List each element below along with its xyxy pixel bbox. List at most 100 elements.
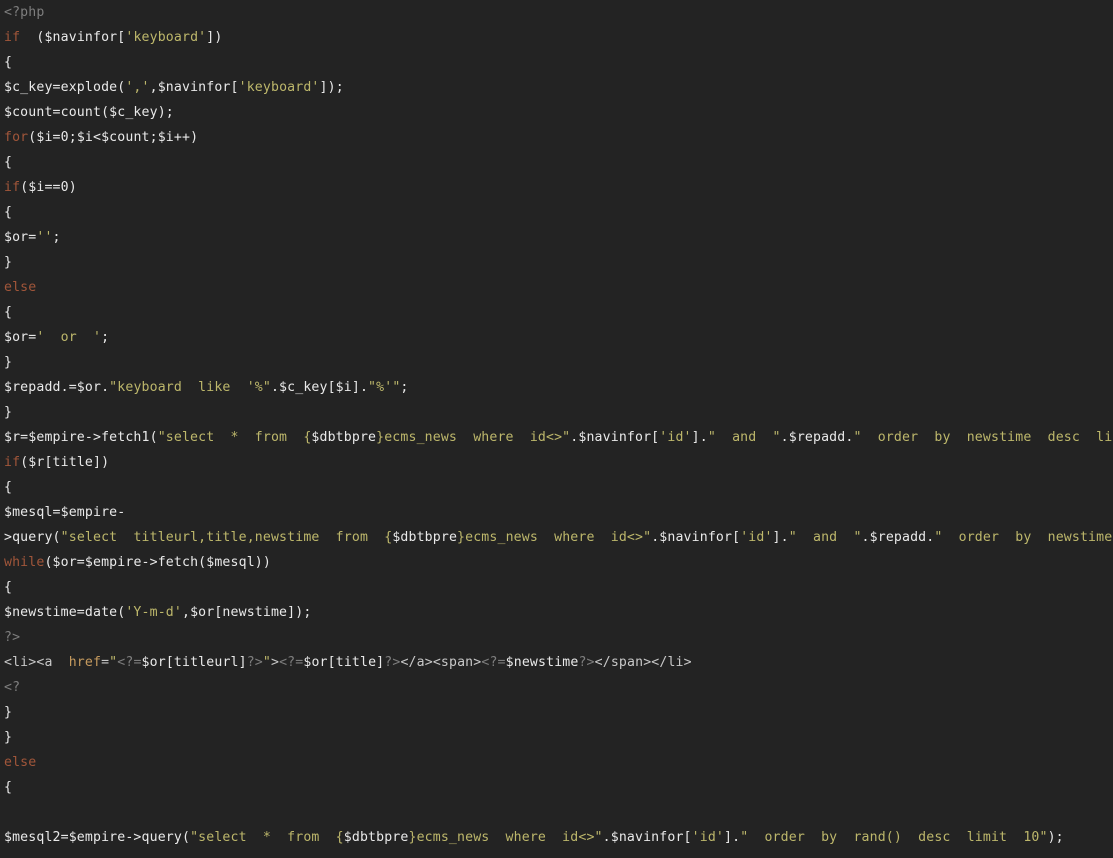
code-token-str: ',' — [125, 80, 149, 95]
code-token-def: $newstime=date( — [4, 605, 125, 620]
code-token-str: " order by rand() desc limit 10" — [740, 830, 1047, 845]
code-token-tag: > — [271, 655, 279, 670]
code-line: { — [0, 775, 1113, 800]
code-token-def: .$navinfor[ — [651, 530, 740, 545]
code-line: if($i==0) — [0, 175, 1113, 200]
code-token-def: ]) — [206, 30, 222, 45]
code-token-def: ($or=$empire->fetch($mesql)) — [44, 555, 271, 570]
code-token-tag: = — [101, 655, 109, 670]
code-token-def: $or[titleurl] — [142, 655, 247, 670]
code-token-def: ,$or[newstime]); — [182, 605, 311, 620]
code-token-def: } — [4, 355, 12, 370]
code-token-str: "select * from { — [190, 830, 344, 845]
code-token-str: "keyboard like '%" — [109, 380, 271, 395]
code-line: $or=''; — [0, 225, 1113, 250]
code-token-def: $c_key=explode( — [4, 80, 125, 95]
code-line: { — [0, 200, 1113, 225]
code-token-def: { — [4, 780, 12, 795]
code-token-def: { — [4, 480, 12, 495]
code-token-str: }ecms_news where id<>" — [408, 830, 602, 845]
code-token-php: <?php — [4, 5, 44, 20]
code-line: <? — [0, 675, 1113, 700]
code-token-php: ?> — [4, 630, 20, 645]
code-token-php: <?= — [481, 655, 505, 670]
code-token-str: "select * from { — [158, 430, 312, 445]
code-line: { — [0, 300, 1113, 325]
code-line: $repadd.=$or."keyboard like '%".$c_key[$… — [0, 375, 1113, 400]
code-token-str: " — [263, 655, 271, 670]
code-token-kw: if — [4, 455, 20, 470]
code-token-str: 'Y-m-d' — [125, 605, 182, 620]
code-token-php: <?= — [279, 655, 303, 670]
code-token-def: ]. — [773, 530, 789, 545]
code-token-str: }ecms_news where id<>" — [376, 430, 570, 445]
code-line: } — [0, 700, 1113, 725]
code-line: } — [0, 725, 1113, 750]
code-token-attr: href — [69, 655, 101, 670]
code-token-def: $mesql=$empire- — [4, 505, 125, 520]
code-line: { — [0, 150, 1113, 175]
code-token-interp: $dbtbpre — [311, 430, 376, 445]
code-token-str: 'id' — [740, 530, 772, 545]
code-token-kw: while — [4, 555, 44, 570]
code-viewer[interactable]: <?phpif ($navinfor['keyboard']){$c_key=e… — [0, 0, 1113, 858]
code-token-kw: for — [4, 130, 28, 145]
code-line: if($r[title]) — [0, 450, 1113, 475]
code-token-php: ?> — [578, 655, 594, 670]
code-token-php: ?> — [384, 655, 400, 670]
code-line: $mesql2=$empire->query("select * from {$… — [0, 825, 1113, 850]
code-token-str: "%'" — [368, 380, 400, 395]
code-token-def: } — [4, 730, 12, 745]
code-line: { — [0, 50, 1113, 75]
code-token-def: $mesql2=$empire->query( — [4, 830, 190, 845]
code-token-def: >query( — [4, 530, 61, 545]
code-token-def: ; — [101, 330, 109, 345]
code-token-def: ); — [1048, 830, 1064, 845]
code-token-def: $or= — [4, 230, 36, 245]
code-line: <?php — [0, 0, 1113, 25]
code-token-def: $r=$empire->fetch1( — [4, 430, 158, 445]
code-token-kw: if — [4, 30, 20, 45]
code-token-str: " order by newstime desc limit 1" — [853, 430, 1113, 445]
code-line: } — [0, 350, 1113, 375]
code-token-def: { — [4, 155, 12, 170]
code-line: $newstime=date('Y-m-d',$or[newstime]); — [0, 600, 1113, 625]
code-token-def: .$c_key[$i]. — [271, 380, 368, 395]
code-line — [0, 800, 1113, 825]
code-token-str: ' or ' — [36, 330, 101, 345]
code-token-interp: $dbtbpre — [392, 530, 457, 545]
code-token-def: { — [4, 55, 12, 70]
code-token-def: $or= — [4, 330, 36, 345]
code-token-def: .$navinfor[ — [603, 830, 692, 845]
code-token-php: <?= — [117, 655, 141, 670]
code-token-def: ]. — [692, 430, 708, 445]
code-token-kw: else — [4, 280, 36, 295]
code-token-str: " and " — [708, 430, 781, 445]
code-token-def: { — [4, 580, 12, 595]
code-line: $or=' or '; — [0, 325, 1113, 350]
code-token-str: "select titleurl,title,newstime from { — [61, 530, 393, 545]
code-token-def: ; — [400, 380, 408, 395]
code-token-def: $newstime — [506, 655, 579, 670]
code-line: $c_key=explode(',',$navinfor['keyboard']… — [0, 75, 1113, 100]
code-token-str: 'keyboard' — [125, 30, 206, 45]
code-token-str: 'id' — [659, 430, 691, 445]
code-line: for($i=0;$i<$count;$i++) — [0, 125, 1113, 150]
code-line: while($or=$empire->fetch($mesql)) — [0, 550, 1113, 575]
code-token-def: ]. — [724, 830, 740, 845]
code-token-tag: </span></li> — [595, 655, 692, 670]
code-token-kw: if — [4, 180, 20, 195]
code-line: $r=$empire->fetch1("select * from {$dbtb… — [0, 425, 1113, 450]
code-token-def: { — [4, 205, 12, 220]
code-line: { — [0, 475, 1113, 500]
code-line: { — [0, 575, 1113, 600]
code-line: <li><a href="<?=$or[titleurl]?>"><?=$or[… — [0, 650, 1113, 675]
code-line: if ($navinfor['keyboard']) — [0, 25, 1113, 50]
code-token-def: .$repadd. — [862, 530, 935, 545]
code-token-def: ($i=0;$i<$count;$i++) — [28, 130, 198, 145]
code-token-str: 'keyboard' — [239, 80, 320, 95]
code-token-def: ($navinfor[ — [20, 30, 125, 45]
code-token-php: ?> — [247, 655, 263, 670]
code-token-str: " order by newstime desc limit 10" — [934, 530, 1113, 545]
code-token-interp: $dbtbpre — [344, 830, 409, 845]
